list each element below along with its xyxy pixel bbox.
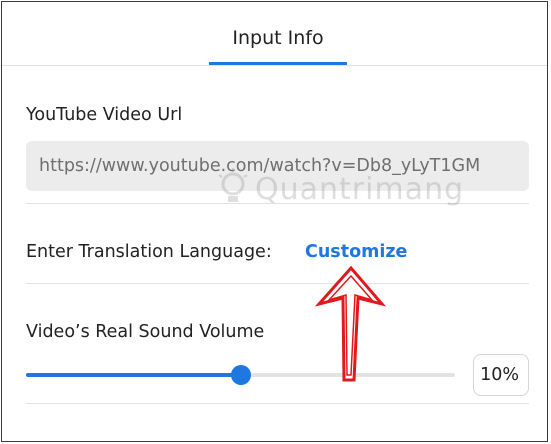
tab-input-info[interactable]: Input Info (209, 2, 347, 65)
divider (26, 283, 529, 284)
red-up-arrow-icon (314, 265, 387, 382)
volume-percent-value: 10% (480, 365, 519, 385)
active-tab-indicator (209, 62, 347, 65)
volume-slider-thumb[interactable] (230, 365, 251, 385)
watermark-text: Quantrimang (255, 172, 465, 207)
tab-bar: Input Info (2, 2, 547, 66)
youtube-url-label: YouTube Video Url (26, 105, 183, 125)
volume-percent-field[interactable]: 10% (473, 354, 529, 396)
volume-slider-fill (26, 373, 241, 377)
sound-volume-label: Video’s Real Sound Volume (26, 322, 265, 342)
customize-link[interactable]: Customize (305, 242, 407, 262)
translation-language-label: Enter Translation Language: (26, 242, 272, 262)
input-info-panel: Input Info YouTube Video Url https://www… (1, 1, 548, 442)
divider (26, 403, 529, 404)
watermark: Quantrimang (215, 162, 463, 212)
lightbulb-logo-icon (218, 168, 248, 202)
